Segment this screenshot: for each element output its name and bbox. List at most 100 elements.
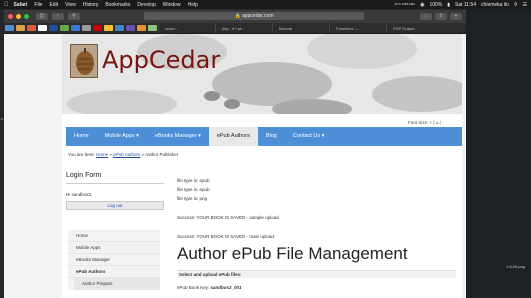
favicon-tab-icon[interactable] xyxy=(82,25,91,31)
success-sample-message: Success: YOUR BOOK IS SAVED - sample upl… xyxy=(177,215,280,220)
favicon-tab-icon[interactable] xyxy=(49,25,58,31)
tab-php[interactable]: php - if I wi... xyxy=(215,23,272,33)
nav-home[interactable]: Home xyxy=(66,127,97,146)
page-title: Author ePub File Management xyxy=(177,244,408,263)
sidebar-toggle-icon[interactable]: ◫ xyxy=(36,13,48,20)
menu-window[interactable]: Window xyxy=(163,2,181,8)
apple-icon[interactable]:  xyxy=(4,2,9,8)
file-type-line: file type is: epub xyxy=(177,187,210,192)
breadcrumb-prefix: You are here: xyxy=(68,152,95,157)
site-logo-text[interactable]: AppCedar xyxy=(102,46,220,74)
nav-contact-us-label: Contact Us xyxy=(292,133,321,139)
sidebar-item-mobile-apps[interactable]: Mobile Apps xyxy=(68,242,160,254)
menubar-user[interactable]: chiemeka ilo xyxy=(481,2,509,8)
file-type-line: file type is: png xyxy=(177,196,208,201)
network-stats: 12°C 1265 kB/s xyxy=(394,2,416,6)
site-banner: AppCedar xyxy=(62,34,462,114)
menu-history[interactable]: History xyxy=(83,2,99,8)
nav-blog[interactable]: Blog xyxy=(258,127,285,146)
favicon-tab-icon[interactable] xyxy=(71,25,80,31)
battery-icon: ▮ xyxy=(447,1,450,8)
address-bar[interactable]: 🔒 appcedar.com xyxy=(144,12,364,20)
favicon-tab-icon[interactable] xyxy=(137,25,146,31)
pinecone-logo-icon[interactable] xyxy=(70,44,98,78)
zoom-window-button[interactable] xyxy=(24,14,29,19)
breadcrumb-home-link[interactable]: Home xyxy=(96,152,108,157)
favicon-tab-icon[interactable] xyxy=(126,25,135,31)
minimize-window-button[interactable] xyxy=(16,14,21,19)
tab-bar: zuser... php - if I wi... Manual Functio… xyxy=(4,23,466,34)
menu-file[interactable]: File xyxy=(34,2,42,8)
favicon-tab-icon[interactable] xyxy=(115,25,124,31)
login-form-title: Login Form xyxy=(66,172,102,179)
book-key-row: ePub Book Key: sandbox2_001 xyxy=(177,285,459,290)
back-icon[interactable]: ‹ xyxy=(52,13,64,20)
tab-zuser[interactable]: zuser... xyxy=(158,23,215,33)
close-window-button[interactable] xyxy=(8,14,13,19)
favicon-tab-icon[interactable] xyxy=(93,25,102,31)
menu-help[interactable]: Help xyxy=(188,2,198,8)
favicon-tab-icon[interactable] xyxy=(148,25,157,31)
macos-menubar:  Safari File Edit View History Bookmark… xyxy=(0,0,531,9)
nav-ebooks-manager[interactable]: eBooks Manager ▾ xyxy=(147,127,209,146)
safari-window: ◫ ‹ ⚲ 🔒 appcedar.com ↓ ⇧ + zuser... php … xyxy=(4,10,466,298)
downloads-icon[interactable]: ↓ xyxy=(420,13,432,20)
breadcrumb: You are here: Home » ePub Authors » Auth… xyxy=(68,152,178,157)
sidebar-item-epub-authors[interactable]: ePub Authors xyxy=(68,266,160,278)
logout-button[interactable]: Log out xyxy=(66,201,164,210)
share-icon[interactable]: ⚲ xyxy=(68,13,80,20)
book-key-label: ePub Book Key: xyxy=(177,285,210,290)
favicon-tab-icon[interactable] xyxy=(104,25,113,31)
menu-bookmarks[interactable]: Bookmarks xyxy=(105,2,130,8)
main-nav: Home Mobile Apps ▾ eBooks Manager ▾ ePub… xyxy=(66,127,462,146)
menu-view[interactable]: View xyxy=(65,2,76,8)
tab-php-output[interactable]: PHP Output... xyxy=(386,23,443,33)
sidebar-menu: Home Mobile Apps eBooks Manager ePub Aut… xyxy=(68,230,160,290)
desktop-right: 1 6.09.png xyxy=(466,9,531,298)
favicon-tab-icon[interactable] xyxy=(5,25,14,31)
favicon-tab-icon[interactable] xyxy=(38,25,47,31)
sidebar-item-home[interactable]: Home xyxy=(68,230,160,242)
favicon-tab-icon[interactable] xyxy=(27,25,36,31)
tab-manual[interactable]: Manual xyxy=(272,23,329,33)
tab-functions[interactable]: Functions -... xyxy=(329,23,386,33)
page-gutter-left xyxy=(4,34,62,298)
login-greeting: Hi sandbox2, xyxy=(66,192,93,197)
page-gutter-right xyxy=(462,34,466,298)
nav-contact-us[interactable]: Contact Us ▾ xyxy=(285,127,333,146)
new-tab-icon[interactable]: + xyxy=(450,13,462,20)
favicon-tab-icon[interactable] xyxy=(60,25,69,31)
file-type-line: file type is: epub xyxy=(177,178,210,183)
menubar-clock[interactable]: Sat 11:54 xyxy=(455,2,476,8)
book-key-value: sandbox2_001 xyxy=(210,285,242,290)
font-size-label: Font Size: xyxy=(408,120,429,125)
upload-section-header: Select and upload ePub files: xyxy=(177,270,456,278)
desktop-file-label[interactable]: 1 6.09.png xyxy=(506,264,525,269)
address-url: appcedar.com xyxy=(242,13,274,19)
menu-safari[interactable]: Safari xyxy=(14,2,28,8)
control-center-icon[interactable]: ☰ xyxy=(523,2,527,8)
battery-level[interactable]: 100% xyxy=(429,2,442,8)
nav-epub-authors[interactable]: ePub Authors xyxy=(208,127,258,146)
main-content: file type is: epub file type is: epub fi… xyxy=(177,176,459,290)
search-icon[interactable]: ⚲ xyxy=(514,2,518,8)
caret-down-icon: ▾ xyxy=(198,133,201,139)
browser-toolbar: ◫ ‹ ⚲ 🔒 appcedar.com ↓ ⇧ + xyxy=(4,10,466,23)
lock-icon: 🔒 xyxy=(234,13,241,19)
sidebar-item-author-prepare[interactable]: Author Prepare xyxy=(74,278,160,290)
font-size-control: Font Size: + | ± | - xyxy=(408,120,443,125)
font-size-buttons[interactable]: + | ± | - xyxy=(430,120,444,125)
wifi-icon[interactable]: ◉ xyxy=(420,2,424,8)
nav-mobile-apps-label: Mobile Apps xyxy=(104,133,135,139)
breadcrumb-separator-icon: » xyxy=(109,152,112,157)
menu-develop[interactable]: Develop xyxy=(137,2,155,8)
success-main-message: Success: YOUR BOOK IS SAVED - main uploa… xyxy=(177,234,276,239)
breadcrumb-epub-link[interactable]: ePub Authors xyxy=(113,152,140,157)
pinecone-icon xyxy=(76,48,94,75)
sidebar-item-ebooks-manager[interactable]: eBooks Manager xyxy=(68,254,160,266)
web-page: AppCedar Font Size: + | ± | - Home Mobil… xyxy=(4,34,466,298)
menu-edit[interactable]: Edit xyxy=(49,2,58,8)
favicon-tab-icon[interactable] xyxy=(16,25,25,31)
nav-mobile-apps[interactable]: Mobile Apps ▾ xyxy=(97,127,147,146)
share-button-icon[interactable]: ⇧ xyxy=(435,13,447,20)
